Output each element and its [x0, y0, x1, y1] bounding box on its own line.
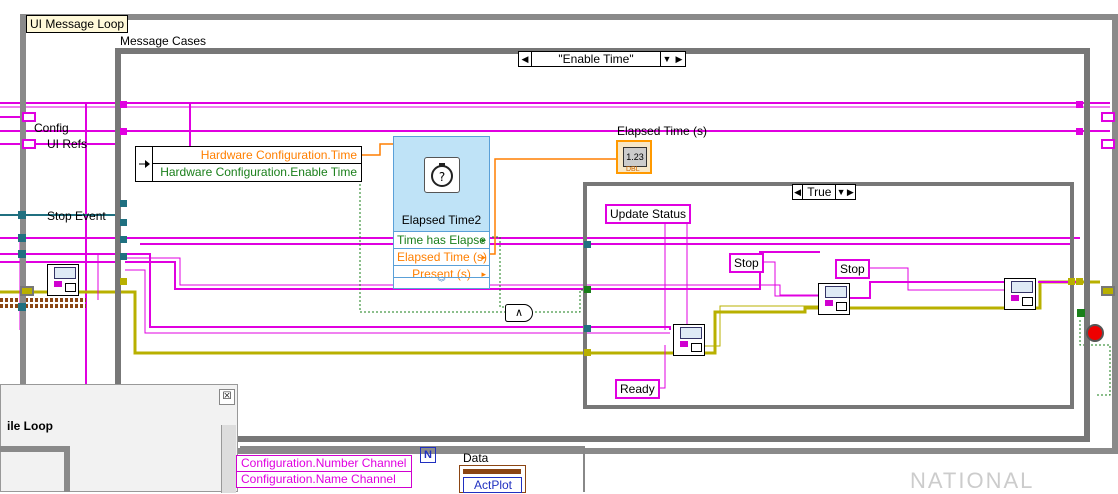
case-tunnel-5[interactable] [120, 236, 127, 243]
indicator-label: Elapsed Time (s) [617, 124, 708, 138]
loop-label: UI Message Loop [26, 15, 129, 33]
tunnel-stop-event[interactable] [18, 211, 26, 219]
case-tunnel-6[interactable] [120, 253, 127, 260]
and-function[interactable]: ∧ [505, 304, 533, 322]
for-loop-count-icon[interactable]: N [420, 447, 436, 463]
unbundle-by-name[interactable]: Hardware Configuration.Time Hardware Con… [135, 146, 362, 182]
unbundle-enable-time-field[interactable]: Hardware Configuration.Enable Time [153, 164, 361, 180]
shift-register-left-uirefs[interactable] [22, 139, 36, 149]
enqueue-message-subvi-left[interactable] [47, 264, 79, 296]
watermark-logo: NATIONAL [910, 468, 1035, 493]
loop-condition-stop-icon[interactable] [1086, 324, 1104, 342]
data-property-node[interactable]: ActPlot [459, 465, 526, 493]
output-elapsed-time[interactable]: Elapsed Time (s) ▸ [394, 248, 489, 265]
ui-refs-label: UI Refs [47, 137, 88, 151]
indicator-type: DBL [626, 166, 640, 173]
case-tunnel-r2[interactable] [1076, 128, 1083, 135]
case-tunnel-2[interactable] [120, 128, 127, 135]
case-tunnel-r1[interactable] [1076, 101, 1083, 108]
inner-case-selector-value: True [802, 185, 837, 199]
scrollbar[interactable] [221, 425, 236, 493]
lower-frame-line [240, 446, 585, 492]
expand-chevron-icon[interactable]: ︾ [394, 277, 489, 288]
envelope-icon [825, 286, 847, 298]
output-time-has-elapsed[interactable]: Time has Elapse ▸ [394, 231, 489, 248]
elapsed-time-indicator[interactable]: 1.23 DBL [616, 140, 652, 174]
inner-tunnel-1[interactable] [584, 241, 591, 248]
shift-register-right-2[interactable] [1101, 139, 1115, 149]
envelope-icon [1011, 281, 1033, 293]
unbundle-time-field[interactable]: Hardware Configuration.Time [153, 147, 361, 164]
unbundle-arrow-icon [136, 147, 153, 181]
shift-register-right-1[interactable] [1101, 112, 1115, 122]
case-selector[interactable]: ◀ "Enable Time" ▼ ▶ [518, 51, 686, 67]
inner-tunnel-2[interactable] [584, 286, 591, 293]
case-tunnel-4[interactable] [120, 219, 127, 226]
tunnel-2[interactable] [18, 250, 26, 258]
indicator-value: 1.23 [623, 147, 647, 167]
update-status-string[interactable]: Update Status [605, 204, 692, 224]
overlay-window-title: ile Loop [7, 419, 53, 433]
inner-tunnel-3[interactable] [584, 325, 591, 332]
elapsed-time-express-vi[interactable]: ? Elapsed Time2 Time has Elapse ▸ Elapsed… [393, 136, 490, 289]
shift-register-left-error[interactable] [20, 286, 34, 296]
inner-tunnel-r1[interactable] [1068, 278, 1075, 285]
increment-arrow-icon[interactable]: ▶ [846, 185, 855, 199]
shift-register-left-config[interactable] [22, 112, 36, 122]
decrement-arrow-icon[interactable]: ◀ [793, 185, 802, 199]
inner-case-selector[interactable]: ◀ True ▼ ▶ [792, 184, 856, 200]
case-tunnel-r3[interactable] [1076, 278, 1083, 285]
dropdown-arrow-icon[interactable]: ▼ [661, 52, 673, 66]
envelope-icon [680, 327, 702, 339]
envelope-icon [54, 267, 76, 279]
output-label: Elapsed Time (s) [397, 250, 488, 264]
output-label: Time has Elapse [397, 233, 486, 247]
tunnel-3[interactable] [18, 303, 26, 311]
tunnel-1[interactable] [18, 234, 26, 242]
stop-event-label: Stop Event [47, 209, 106, 223]
case-tunnel-1[interactable] [120, 101, 127, 108]
express-vi-title: Elapsed Time2 [401, 213, 482, 227]
actplot-property[interactable]: ActPlot [463, 477, 522, 493]
stop-string-1[interactable]: Stop [729, 253, 764, 273]
shift-register-right-error[interactable] [1101, 286, 1115, 296]
case-tunnel-3[interactable] [120, 200, 127, 207]
enqueue-message-subvi-3[interactable] [1004, 278, 1036, 310]
config-label: Config [34, 121, 69, 135]
decrement-arrow-icon[interactable]: ◀ [519, 52, 531, 66]
increment-arrow-icon[interactable]: ▶ [673, 52, 685, 66]
data-label: Data [463, 451, 489, 465]
enqueue-message-subvi-1[interactable] [673, 324, 705, 356]
close-icon[interactable]: ☒ [219, 389, 235, 405]
stopwatch-icon: ? [424, 157, 460, 193]
dropdown-arrow-icon[interactable]: ▼ [836, 185, 846, 199]
case-selector-value: "Enable Time" [531, 52, 661, 66]
case-tunnel-7[interactable] [120, 278, 127, 285]
svg-text:?: ? [439, 170, 445, 184]
case-structure-label: Message Cases [120, 34, 207, 48]
ready-string[interactable]: Ready [615, 379, 660, 399]
tunnel-bool-right[interactable] [1077, 309, 1085, 317]
inner-tunnel-4[interactable] [584, 349, 591, 356]
lower-loop-frame [0, 446, 70, 492]
stop-string-2[interactable]: Stop [835, 259, 870, 279]
enqueue-message-subvi-2[interactable] [818, 283, 850, 315]
